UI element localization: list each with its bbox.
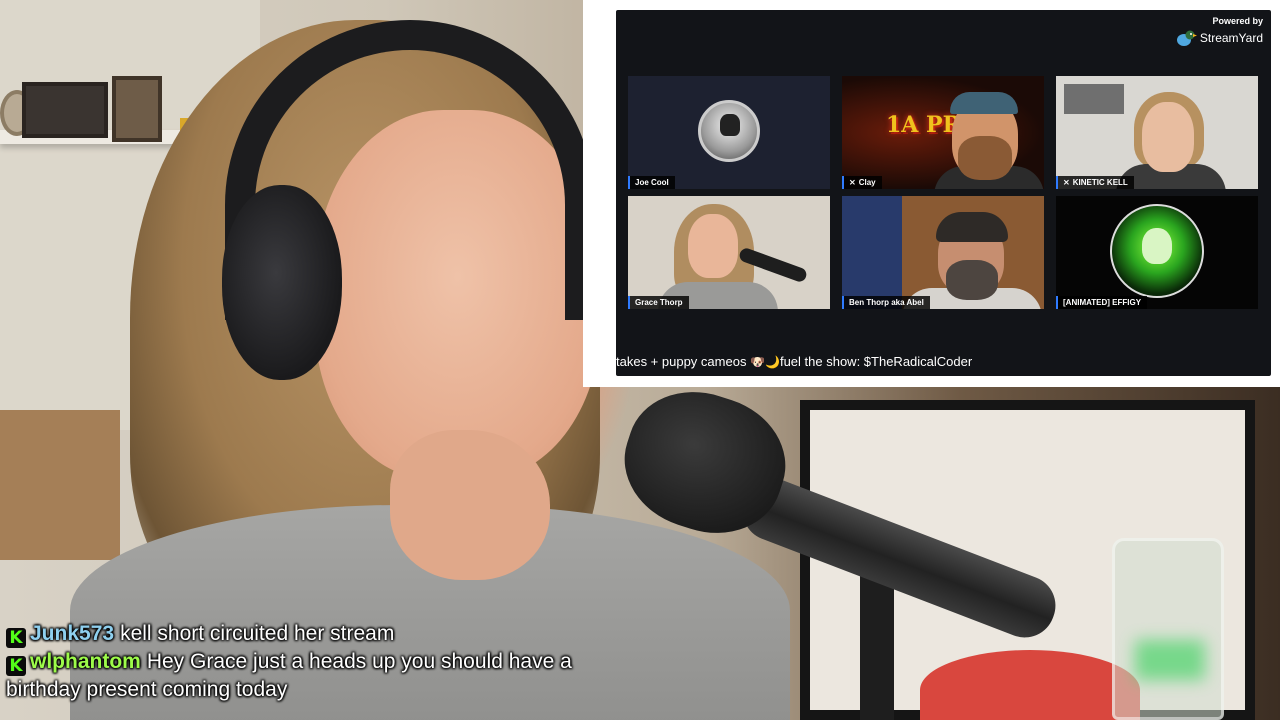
- participant-nameplate: Ben Thorp aka Abel: [842, 296, 930, 309]
- participant-face: [1142, 102, 1194, 172]
- cardboard-box: [0, 410, 120, 560]
- moon-icon: 🌙: [765, 355, 780, 369]
- participant-tile[interactable]: Joe Cool: [628, 76, 830, 189]
- chat-username: Junk573: [30, 622, 115, 645]
- ticker-text: fuel the show: $TheRadicalCoder: [779, 354, 973, 369]
- participant-tile[interactable]: Grace Thorp: [628, 196, 830, 309]
- participant-tile[interactable]: Ben Thorp aka Abel: [842, 196, 1044, 309]
- mic-muted-icon: ⨯: [849, 178, 856, 187]
- participant-face: [688, 214, 738, 278]
- jar-glow: [1135, 640, 1205, 680]
- streamyard-stage: Powered by StreamYard Joe Cool 1A PR ⨯ C…: [616, 10, 1271, 376]
- tile-background-object: [1064, 84, 1124, 114]
- participant-beard: [958, 136, 1012, 180]
- participant-hat: [950, 92, 1018, 114]
- streamer-hand: [390, 430, 550, 580]
- chat-message: Kwlphantom Hey Grace just a heads up you …: [6, 648, 646, 704]
- participant-name: KINETIC KELL: [1072, 178, 1128, 187]
- chat-overlay: K Junk573 kell short circuited her stream …: [6, 620, 646, 704]
- participant-name: [ANIMATED] EFFIGY: [1063, 298, 1142, 307]
- powered-by-label: Powered by: [1212, 16, 1263, 26]
- avatar-figure: [720, 114, 740, 136]
- participant-nameplate: ⨯ KINETIC KELL: [1056, 176, 1134, 189]
- participant-name: Grace Thorp: [635, 298, 683, 307]
- puppy-icon: 🐶: [750, 355, 766, 369]
- chat-message: K Junk573 kell short circuited her stream: [6, 620, 646, 648]
- glass-jar: [1112, 538, 1224, 720]
- streamyard-overlay: Powered by StreamYard Joe Cool 1A PR ⨯ C…: [583, 0, 1280, 387]
- participant-nameplate: [ANIMATED] EFFIGY: [1056, 296, 1148, 309]
- participant-grid: Joe Cool 1A PR ⨯ Clay ⨯ KINETIC KELL Gra…: [628, 76, 1259, 310]
- streamyard-duck-icon: [1175, 29, 1197, 47]
- participant-tile[interactable]: ⨯ KINETIC KELL: [1056, 76, 1258, 189]
- ticker-text: takes + puppy cameos: [616, 354, 751, 369]
- participant-tile[interactable]: 1A PR ⨯ Clay: [842, 76, 1044, 189]
- photo-frame: [112, 76, 162, 142]
- participant-name: Ben Thorp aka Abel: [849, 298, 924, 307]
- powered-by-badge: Powered by StreamYard: [1175, 16, 1263, 47]
- kick-badge-icon: K: [6, 628, 26, 648]
- mic-muted-icon: ⨯: [1063, 178, 1070, 187]
- participant-name: Joe Cool: [635, 178, 669, 187]
- participant-tile[interactable]: [ANIMATED] EFFIGY: [1056, 196, 1258, 309]
- participant-nameplate: Grace Thorp: [628, 296, 689, 309]
- participant-hair: [936, 212, 1008, 242]
- participant-nameplate: ⨯ Clay: [842, 176, 882, 189]
- tile-background-object: [842, 196, 902, 309]
- participant-beard: [946, 260, 998, 300]
- skull-icon: [1142, 228, 1172, 264]
- clay-banner-text: 1A PR: [886, 112, 961, 138]
- kick-badge-icon: K: [6, 656, 26, 676]
- photo-frame: [22, 82, 108, 138]
- streamyard-brand: StreamYard: [1199, 31, 1263, 45]
- scrolling-ticker: takes + puppy cameos 🐶🌙fuel the show: $T…: [616, 354, 1271, 372]
- participant-nameplate: Joe Cool: [628, 176, 675, 189]
- participant-name: Clay: [858, 178, 876, 187]
- chat-text: kell short circuited her stream: [120, 622, 395, 645]
- chat-username: wlphantom: [30, 650, 141, 673]
- headphone-earcup: [222, 185, 342, 380]
